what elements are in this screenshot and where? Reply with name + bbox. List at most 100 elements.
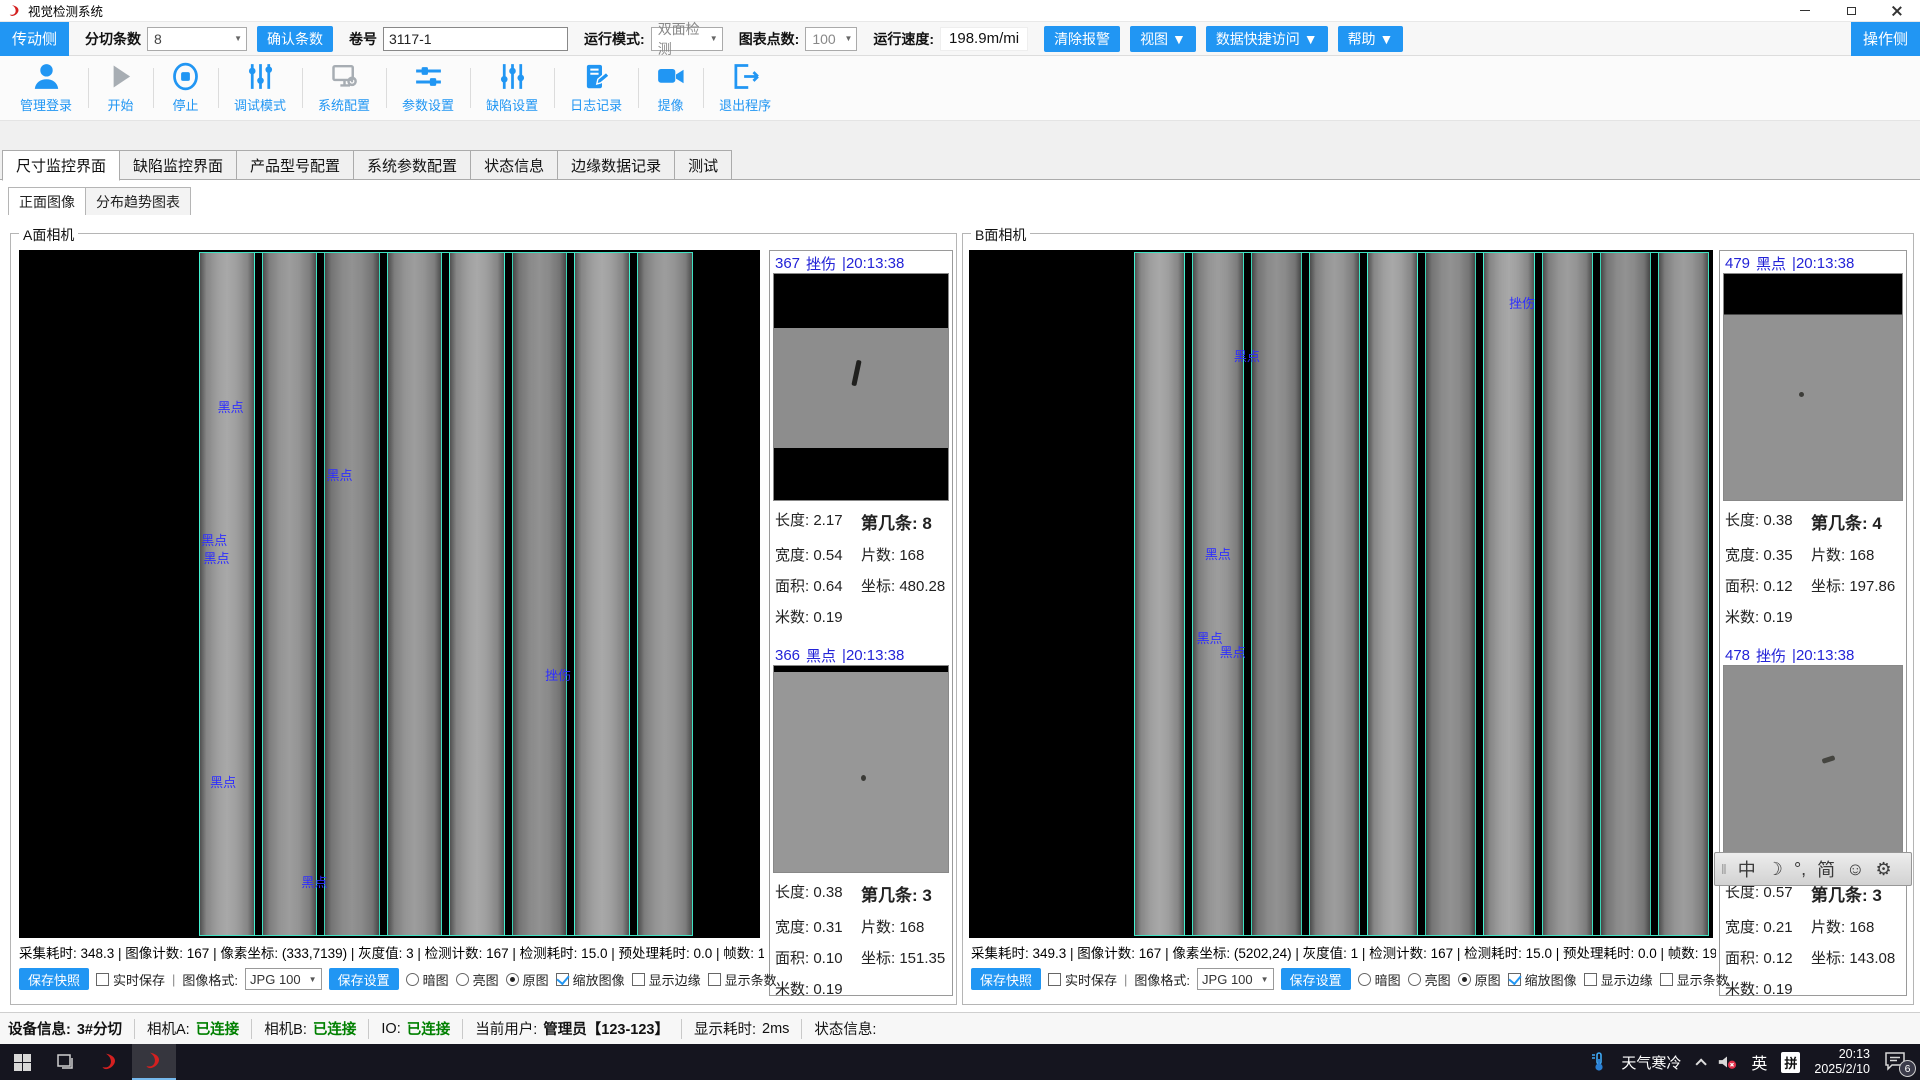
io-connection-segment: IO: 已连接 (369, 1019, 463, 1039)
defect-header[interactable]: 367 挫伤 |20:13:38 (773, 253, 949, 273)
image-format-select[interactable]: JPG 100▼ (1197, 968, 1274, 990)
bright-image-radio[interactable]: 亮图 (1408, 970, 1451, 989)
defect-header[interactable]: 366 黑点 |20:13:38 (773, 645, 949, 665)
save-snapshot-button[interactable]: 保存快照 (19, 968, 89, 990)
data-access-menu-button[interactable]: 数据快捷访问 ▼ (1206, 26, 1328, 52)
dark-image-radio[interactable]: 暗图 (1358, 970, 1401, 989)
start-button[interactable] (0, 1044, 44, 1080)
realtime-save-checkbox[interactable]: 实时保存 (96, 970, 165, 989)
action-log-record[interactable]: 日志记录 (554, 56, 638, 120)
confirm-strips-button[interactable]: 确认条数 (257, 26, 333, 52)
show-strips-checkbox[interactable]: 显示条数 (708, 970, 777, 989)
tray-expand-icon[interactable] (1696, 1058, 1707, 1069)
display-time-value: 2ms (762, 1021, 789, 1037)
close-button[interactable] (1874, 0, 1920, 21)
save-snapshot-button[interactable]: 保存快照 (971, 968, 1041, 990)
action-start[interactable]: 开始 (88, 56, 153, 120)
language-indicator[interactable]: 英 (1751, 1050, 1767, 1074)
original-image-radio[interactable]: 原图 (506, 970, 549, 989)
thermometer-icon[interactable] (1591, 1052, 1607, 1072)
show-edge-checkbox[interactable]: 显示边缘 (1584, 970, 1653, 989)
tab-system-params[interactable]: 系统参数配置 (353, 150, 471, 179)
action-capture[interactable]: 提像 (638, 56, 703, 120)
maximize-button[interactable] (1828, 0, 1874, 21)
ime-punctuation-toggle[interactable]: °, (1794, 859, 1806, 880)
notification-center-button[interactable]: 6 (1884, 1051, 1910, 1073)
clear-alarm-button[interactable]: 清除报警 (1044, 26, 1120, 52)
tab-defect-monitor[interactable]: 缺陷监控界面 (119, 150, 237, 179)
drive-side-button[interactable]: 传动侧 (0, 22, 69, 56)
weather-text[interactable]: 天气寒冷 (1621, 1052, 1681, 1073)
defect-thumbnail[interactable] (773, 665, 949, 873)
current-user-value: 管理员【123-123】 (543, 1018, 669, 1039)
defect-coord: 143.08 (1849, 950, 1895, 967)
defect-marker-label: 黑点 (210, 772, 236, 791)
defect-info: 长度: 0.38 第几条: 4 宽度: 0.35 片数: 168 面积: 0.1… (1723, 501, 1903, 631)
task-view-button[interactable] (44, 1044, 88, 1080)
tab-test[interactable]: 测试 (674, 150, 732, 179)
action-debug-mode[interactable]: 调试模式 (218, 56, 302, 120)
image-format-select[interactable]: JPG 100▼ (245, 968, 322, 990)
help-menu-button[interactable]: 帮助 ▼ (1338, 26, 1404, 52)
defect-type: 黑点 (806, 645, 836, 666)
material-strip (1367, 253, 1418, 935)
speaker-muted-icon[interactable] (1717, 1054, 1737, 1070)
operator-side-button[interactable]: 操作侧 (1851, 22, 1920, 56)
ime-grip-handle[interactable]: ‖ (1721, 861, 1727, 877)
running-app-button[interactable] (132, 1044, 176, 1080)
tab-status-info[interactable]: 状态信息 (470, 150, 558, 179)
defect-area: 0.12 (1763, 950, 1792, 967)
material-strip (449, 253, 505, 935)
slit-count-select[interactable]: 8 ▼ (147, 27, 247, 51)
show-strips-checkbox[interactable]: 显示条数 (1660, 970, 1729, 989)
exit-icon (729, 60, 762, 93)
run-mode-label: 运行模式: (584, 29, 645, 49)
view-menu-button[interactable]: 视图 ▼ (1130, 26, 1196, 52)
defect-header[interactable]: 479 黑点 |20:13:38 (1723, 253, 1903, 273)
ime-simplified-toggle[interactable]: 简 (1817, 856, 1835, 882)
run-mode-select[interactable]: 双面检测 ▼ (651, 27, 723, 51)
action-param-settings[interactable]: 参数设置 (386, 56, 470, 120)
pinned-app-button[interactable] (88, 1044, 132, 1080)
camera-a-image[interactable]: 黑点黑点黑点黑点挫伤黑点黑点 (19, 250, 760, 938)
camera-b-image[interactable]: 挫伤黑点黑点黑点黑点 (969, 250, 1713, 938)
defect-id: 366 (775, 647, 800, 664)
subtab-front-image[interactable]: 正面图像 (8, 187, 86, 215)
realtime-save-checkbox[interactable]: 实时保存 (1048, 970, 1117, 989)
checkbox-icon (1508, 973, 1521, 986)
user-icon (30, 60, 63, 93)
zoom-image-checkbox[interactable]: 缩放图像 (556, 970, 625, 989)
tab-edge-data[interactable]: 边缘数据记录 (557, 150, 675, 179)
save-settings-button[interactable]: 保存设置 (329, 968, 399, 990)
defect-time: |20:13:38 (842, 647, 904, 664)
subtab-trend-chart[interactable]: 分布趋势图表 (85, 187, 191, 215)
camera-a-connection-segment: 相机A: 已连接 (135, 1019, 252, 1039)
emoji-icon[interactable]: ☺ (1846, 859, 1864, 880)
action-stop[interactable]: 停止 (153, 56, 218, 120)
action-admin-login[interactable]: 管理登录 (4, 56, 88, 120)
action-exit[interactable]: 退出程序 (703, 56, 787, 120)
ime-mode-chinese[interactable]: 中 (1738, 856, 1756, 882)
chart-points-select[interactable]: 100 ▼ (805, 27, 857, 51)
dark-image-radio[interactable]: 暗图 (406, 970, 449, 989)
roll-number-input[interactable] (383, 27, 568, 51)
tab-product-config[interactable]: 产品型号配置 (236, 150, 354, 179)
defect-thumbnail[interactable] (773, 273, 949, 501)
defect-thumbnail[interactable] (1723, 665, 1903, 873)
action-system-config[interactable]: 系统配置 (302, 56, 386, 120)
tab-size-monitor[interactable]: 尺寸监控界面 (2, 150, 120, 181)
clock[interactable]: 20:13 2025/2/10 (1814, 1047, 1870, 1077)
original-image-radio[interactable]: 原图 (1458, 970, 1501, 989)
action-defect-settings[interactable]: 缺陷设置 (470, 56, 554, 120)
defect-meters: 0.19 (1763, 609, 1792, 626)
bright-image-radio[interactable]: 亮图 (456, 970, 499, 989)
defect-thumbnail[interactable] (1723, 273, 1903, 501)
moon-icon[interactable]: ☽ (1767, 859, 1783, 880)
show-edge-checkbox[interactable]: 显示边缘 (632, 970, 701, 989)
ime-pinyin-indicator[interactable]: 拼 (1781, 1052, 1800, 1073)
save-settings-button[interactable]: 保存设置 (1281, 968, 1351, 990)
zoom-image-checkbox[interactable]: 缩放图像 (1508, 970, 1577, 989)
gear-icon[interactable]: ⚙ (1876, 859, 1892, 880)
defect-header[interactable]: 478 挫伤 |20:13:38 (1723, 645, 1903, 665)
minimize-button[interactable] (1782, 0, 1828, 21)
